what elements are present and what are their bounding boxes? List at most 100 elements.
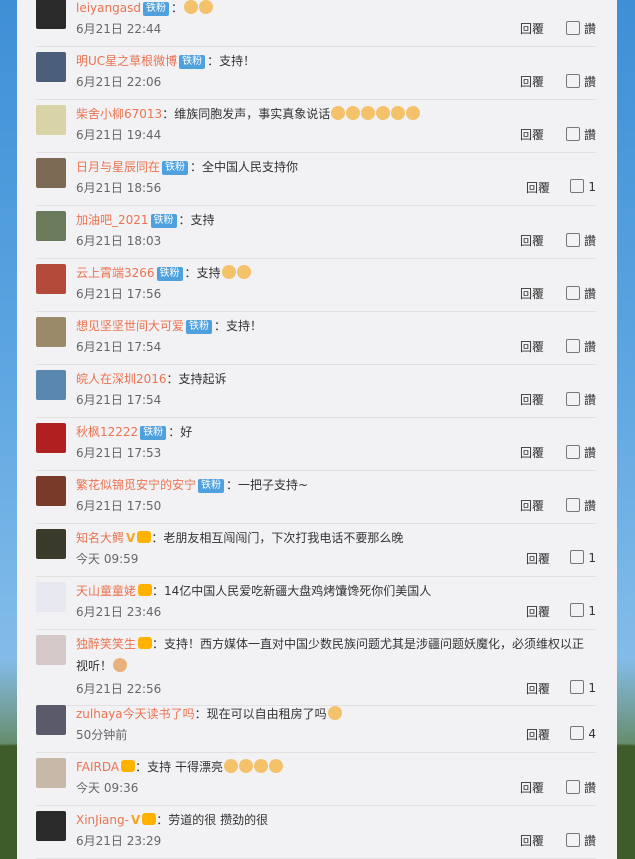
comment-list: leiyangasd 铁粉： 6月21日 22:44 回覆讚明UC星之草根微博 铁粉 ：支… (17, 0, 617, 859)
like-button[interactable]: 1 (570, 603, 596, 618)
reply-button[interactable]: 回覆 (520, 126, 544, 143)
comment-time: 50分钟前 (76, 728, 128, 742)
username-link[interactable]: 想见坚坚世间大可爱 (76, 319, 184, 333)
like-button[interactable]: 讚 (565, 391, 596, 408)
comment-time: 6月21日 17:54 (76, 393, 162, 407)
avatar[interactable] (36, 758, 66, 788)
username-link[interactable]: FAIRDA (76, 760, 119, 774)
reply-button[interactable]: 回覆 (520, 444, 544, 461)
like-count: 4 (588, 727, 596, 741)
like-button[interactable]: 1 (570, 550, 596, 565)
reply-button[interactable]: 回覆 (520, 285, 544, 302)
like-button[interactable]: 讚 (565, 73, 596, 90)
reply-button[interactable]: 回覆 (526, 550, 550, 567)
username-link[interactable]: 云上霄端3266 (76, 266, 155, 280)
avatar[interactable] (36, 635, 66, 665)
avatar[interactable] (36, 811, 66, 841)
comment-text-line: leiyangasd 铁粉： (76, 0, 213, 17)
comment-item: 繁花似锦觅安宁的安宁 铁粉 ：一把子支持~ 6月21日 17:50 回覆 讚 (36, 470, 596, 524)
reply-button[interactable]: 回覆 (526, 603, 550, 620)
avatar[interactable] (36, 423, 66, 453)
fan-badge: 铁粉 (162, 161, 189, 175)
like-button[interactable]: 讚 (565, 444, 596, 461)
comment-text-line: FAIRDA ：支持 干得漂亮 (76, 758, 283, 776)
like-button[interactable]: 讚 (565, 497, 596, 514)
username-link[interactable]: 日月与星辰同在 (76, 160, 160, 174)
comment-text-line: 独醉笑笑生 ：支持！西方媒体一直对中国少数民族问题尤其是涉疆问题妖魔化，必须维权以… (76, 635, 584, 653)
like-button[interactable]: 讚 (565, 779, 596, 796)
username-link[interactable]: 天山童童姥 (76, 584, 136, 598)
avatar[interactable] (36, 105, 66, 135)
reply-button[interactable]: 回覆 (526, 680, 550, 697)
comment-time: 6月21日 17:56 (76, 287, 162, 301)
thumbs-up-icon (565, 445, 580, 459)
reply-button[interactable]: 回覆 (520, 73, 544, 90)
username-link[interactable]: leiyangasd (76, 1, 141, 15)
username-link[interactable]: XinJiang- (76, 813, 129, 827)
comment-item: 独醉笑笑生 ：支持！西方媒体一直对中国少数民族问题尤其是涉疆问题妖魔化，必须维权以… (36, 629, 596, 706)
comment-text-line: 云上霄端3266 铁粉 ：支持 (76, 264, 251, 282)
username-link[interactable]: 柴舍小柳67013 (76, 107, 162, 121)
comment-text: ： (170, 1, 183, 15)
like-button[interactable]: 4 (570, 726, 596, 741)
comment-time: 6月21日 22:06 (76, 75, 162, 89)
like-button[interactable]: 讚 (565, 126, 596, 143)
avatar[interactable] (36, 264, 66, 294)
comment-time: 6月21日 18:56 (76, 181, 162, 195)
thumbs-up-icon (565, 833, 580, 847)
username-link[interactable]: 繁花似锦觅安宁的安宁 (76, 478, 196, 492)
reply-button[interactable]: 回覆 (520, 338, 544, 355)
like-button[interactable]: 讚 (565, 285, 596, 302)
fan-badge: 铁粉 (156, 267, 183, 281)
reply-button[interactable]: 回覆 (520, 232, 544, 249)
avatar[interactable] (36, 211, 66, 241)
avatar[interactable] (36, 317, 66, 347)
like-button[interactable]: 讚 (565, 232, 596, 249)
username-link[interactable]: 明UC星之草根微博 (76, 54, 177, 68)
reply-button[interactable]: 回覆 (520, 497, 544, 514)
avatar[interactable] (36, 476, 66, 506)
thumbs-up-emoji-icon (183, 0, 198, 14)
comment-text-line: zulhaya今天读书了吗：现在可以自由租房了吗 (76, 705, 342, 723)
username-link[interactable]: 加油吧_2021 (76, 213, 149, 227)
comment-text-line: 加油吧_2021 铁粉 ：支持 (76, 211, 215, 229)
reply-button[interactable]: 回覆 (526, 179, 550, 196)
comment-time: 今天 09:59 (76, 552, 139, 566)
reply-button[interactable]: 回覆 (520, 832, 544, 849)
avatar[interactable] (36, 582, 66, 612)
reply-button[interactable]: 回覆 (520, 391, 544, 408)
reply-button[interactable]: 回覆 (526, 726, 550, 743)
username-link[interactable]: 秋枫12222 (76, 425, 138, 439)
comment-item: 加油吧_2021 铁粉 ：支持 6月21日 18:03 回覆 讚 (36, 205, 596, 259)
avatar[interactable] (36, 158, 66, 188)
like-button[interactable]: 1 (570, 179, 596, 194)
comment-item: 天山童童姥 ：14亿中国人民爱吃新疆大盘鸡烤馕馋死你们美国人 6月21日 23:46… (36, 576, 596, 630)
comment-text-line: 知名大鳄 V ：老朋友相互闯闯门，下次打我电话不要那么晚 (76, 529, 403, 547)
comment-text: ：全中国人民支持你 (190, 160, 299, 174)
comment-time: 6月21日 23:46 (76, 605, 162, 619)
avatar[interactable] (36, 52, 66, 82)
username-link[interactable]: zulhaya今天读书了吗 (76, 707, 195, 721)
avatar[interactable] (36, 705, 66, 735)
avatar[interactable] (36, 0, 66, 29)
like-count: 讚 (583, 234, 596, 248)
like-count: 1 (588, 551, 596, 565)
comment-item: 云上霄端3266 铁粉 ：支持 6月21日 17:56 回覆 讚 (36, 258, 596, 312)
comment-text: ：支持起诉 (166, 372, 227, 386)
username-link[interactable]: 知名大鳄 (76, 531, 124, 545)
like-button[interactable]: 讚 (565, 832, 596, 849)
thumbs-up-emoji-icon (346, 106, 361, 120)
reply-button[interactable]: 回覆 (520, 20, 544, 37)
like-button[interactable]: 讚 (565, 338, 596, 355)
username-link[interactable]: 皖人在深圳2016 (76, 372, 167, 386)
comment-time: 6月21日 23:29 (76, 834, 162, 848)
like-button[interactable]: 讚 (565, 20, 596, 37)
thumbs-up-icon (565, 392, 580, 406)
username-link[interactable]: 独醉笑笑生 (76, 637, 136, 651)
avatar[interactable] (36, 370, 66, 400)
avatar[interactable] (36, 529, 66, 559)
comment-text-line: 视听！ (76, 657, 128, 675)
like-button[interactable]: 1 (570, 680, 596, 695)
comment-time: 6月21日 22:44 (76, 22, 162, 36)
reply-button[interactable]: 回覆 (520, 779, 544, 796)
